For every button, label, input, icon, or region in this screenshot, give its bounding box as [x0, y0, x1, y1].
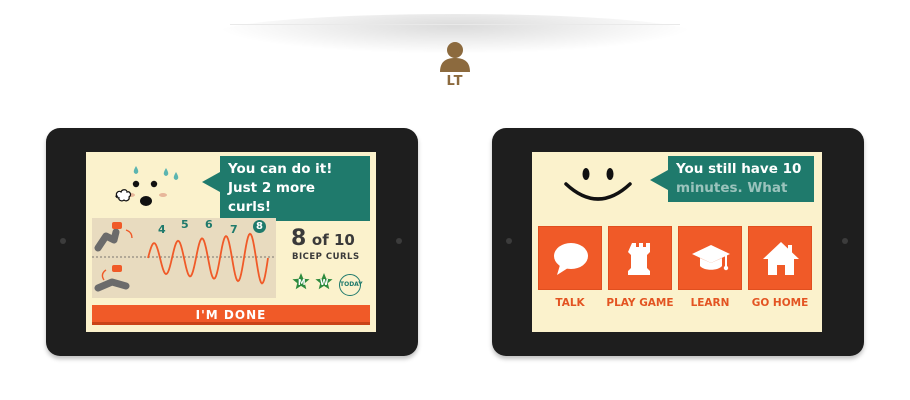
current-rep-marker: 8: [253, 220, 266, 233]
speech-line-1: You still have 10: [676, 161, 802, 177]
sweating-face-icon: [115, 166, 179, 206]
rep-current: 8: [291, 226, 307, 251]
go-home-label[interactable]: GO HOME: [744, 297, 816, 309]
user-avatar: LT: [433, 40, 477, 96]
learn-tile[interactable]: [678, 226, 742, 290]
speech-line-2: minutes. What: [676, 180, 788, 196]
speech-line-1: You can do it!: [228, 161, 333, 177]
chess-rook-icon: [628, 243, 650, 275]
rep-number: 7: [230, 223, 238, 236]
speech-tail: [202, 172, 220, 192]
learn-label[interactable]: LEARN: [674, 297, 746, 309]
rep-total: of 10: [311, 231, 355, 249]
rep-number: 4: [158, 223, 166, 236]
tablet-sensor: [842, 238, 848, 244]
menu-screen: You still have 10 minutes. What TALK PLA…: [532, 152, 822, 332]
rep-counter: 8 of 10: [291, 226, 355, 251]
rep-number: 6: [205, 218, 213, 231]
tablet-sensor: [396, 238, 402, 244]
talk-label[interactable]: TALK: [534, 297, 606, 309]
day-badge-label: W: [320, 278, 329, 287]
exercise-name: BICEP CURLS: [292, 252, 360, 262]
speech-line-2: Just 2 more curls!: [228, 180, 316, 215]
done-button[interactable]: I'M DONE: [92, 305, 370, 325]
user-icon: [440, 42, 470, 72]
right-tablet: You still have 10 minutes. What TALK PLA…: [492, 128, 864, 356]
divider: [230, 24, 680, 25]
day-badge-label: M: [298, 278, 306, 287]
encouragement-bubble: You can do it! Just 2 more curls!: [220, 156, 370, 221]
graduation-cap-icon: [692, 245, 730, 271]
user-initials: LT: [446, 74, 464, 89]
speech-bubble-icon: [554, 243, 588, 275]
tablet-camera: [506, 238, 512, 244]
arm-curl-up-icon: [94, 222, 122, 252]
play-game-tile[interactable]: [608, 226, 672, 290]
today-badge: TODAY: [339, 274, 363, 296]
rep-chart-panel: 4 5 6 7 8: [92, 218, 276, 298]
house-icon: [763, 242, 799, 275]
smiley-face-icon: [564, 168, 632, 201]
speech-tail: [650, 170, 668, 190]
play-game-label[interactable]: PLAY GAME: [604, 297, 676, 309]
talk-tile[interactable]: [538, 226, 602, 290]
workout-screen: You can do it! Just 2 more curls! 4 5 6 …: [86, 152, 376, 332]
tablet-camera: [60, 238, 66, 244]
go-home-tile[interactable]: [748, 226, 812, 290]
reminder-bubble: You still have 10 minutes. What: [668, 156, 814, 202]
rep-number: 5: [181, 218, 189, 231]
left-tablet: You can do it! Just 2 more curls! 4 5 6 …: [46, 128, 418, 356]
